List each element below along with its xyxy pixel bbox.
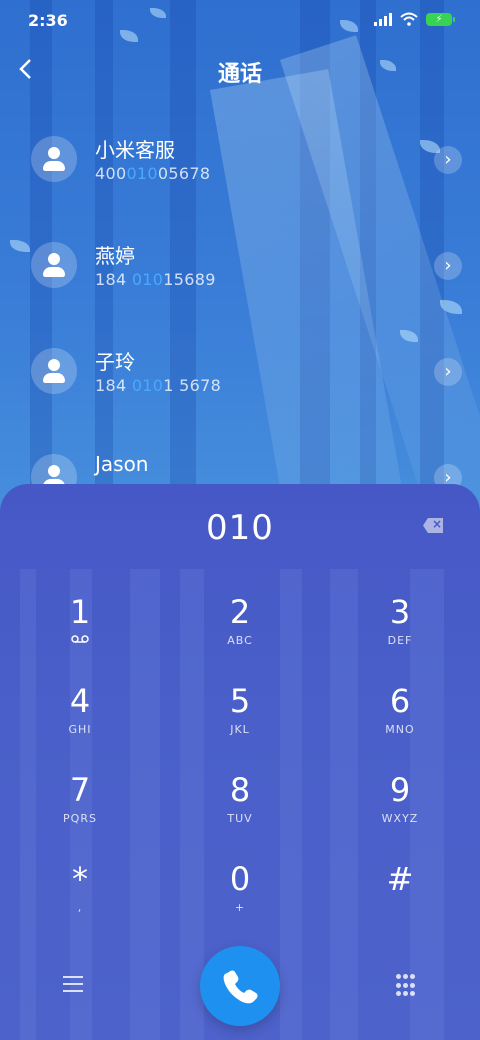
contact-name: Jason bbox=[95, 452, 149, 476]
phone-icon bbox=[223, 970, 258, 1004]
contact-detail-chevron-icon[interactable]: › bbox=[434, 146, 462, 174]
dial-key-6[interactable]: 6 MNO bbox=[340, 681, 460, 767]
dialpad-toggle-icon[interactable] bbox=[396, 974, 416, 998]
avatar bbox=[31, 242, 77, 288]
contact-item[interactable]: 燕婷 184 01015689 › bbox=[0, 210, 480, 316]
dial-key-hash[interactable]: # bbox=[340, 859, 460, 945]
menu-icon[interactable] bbox=[63, 976, 83, 997]
contact-detail-chevron-icon[interactable]: › bbox=[434, 252, 462, 280]
dial-key-4[interactable]: 4 GHI bbox=[20, 681, 140, 767]
contact-name: 小米客服 bbox=[95, 138, 175, 162]
dial-key-star[interactable]: * , bbox=[20, 859, 140, 945]
contact-detail-chevron-icon[interactable]: › bbox=[434, 358, 462, 386]
dialpad-panel: 010 × 1 2 ABC 3 DEF 4 GHI 5 JKL 6 MNO 7 … bbox=[0, 484, 480, 1040]
contact-item[interactable]: 子玲 184 0101 5678 › bbox=[0, 316, 480, 422]
contact-item[interactable]: 小米客服 40001005678 › bbox=[0, 104, 480, 210]
dial-key-3[interactable]: 3 DEF bbox=[340, 592, 460, 678]
wifi-icon bbox=[400, 12, 418, 26]
dial-key-1[interactable]: 1 bbox=[20, 592, 140, 678]
page-title: 通话 bbox=[217, 62, 262, 87]
dial-key-8[interactable]: 8 TUV bbox=[180, 770, 300, 856]
dial-key-2[interactable]: 2 ABC bbox=[180, 592, 300, 678]
battery-charging-icon: ⚡ bbox=[426, 12, 455, 26]
status-bar: 2:36 ⚡ bbox=[0, 0, 480, 40]
contact-number: 184 01015689 bbox=[95, 270, 216, 289]
avatar bbox=[31, 348, 77, 394]
contact-name: 燕婷 bbox=[95, 244, 135, 268]
dialed-number: 010 bbox=[206, 508, 274, 548]
dial-key-0[interactable]: 0 + bbox=[180, 859, 300, 945]
app-header: 通话 bbox=[0, 40, 480, 104]
call-button[interactable] bbox=[200, 946, 280, 1026]
signal-icon bbox=[374, 12, 392, 26]
dial-key-5[interactable]: 5 JKL bbox=[180, 681, 300, 767]
status-time: 2:36 bbox=[28, 11, 68, 30]
contact-number: 184 0101 5678 bbox=[95, 376, 222, 395]
voicemail-icon bbox=[20, 634, 140, 648]
avatar bbox=[31, 136, 77, 182]
dial-key-9[interactable]: 9 WXYZ bbox=[340, 770, 460, 856]
contact-name: 子玲 bbox=[95, 350, 135, 374]
contact-number: 40001005678 bbox=[95, 164, 211, 183]
dial-key-7[interactable]: 7 PQRS bbox=[20, 770, 140, 856]
